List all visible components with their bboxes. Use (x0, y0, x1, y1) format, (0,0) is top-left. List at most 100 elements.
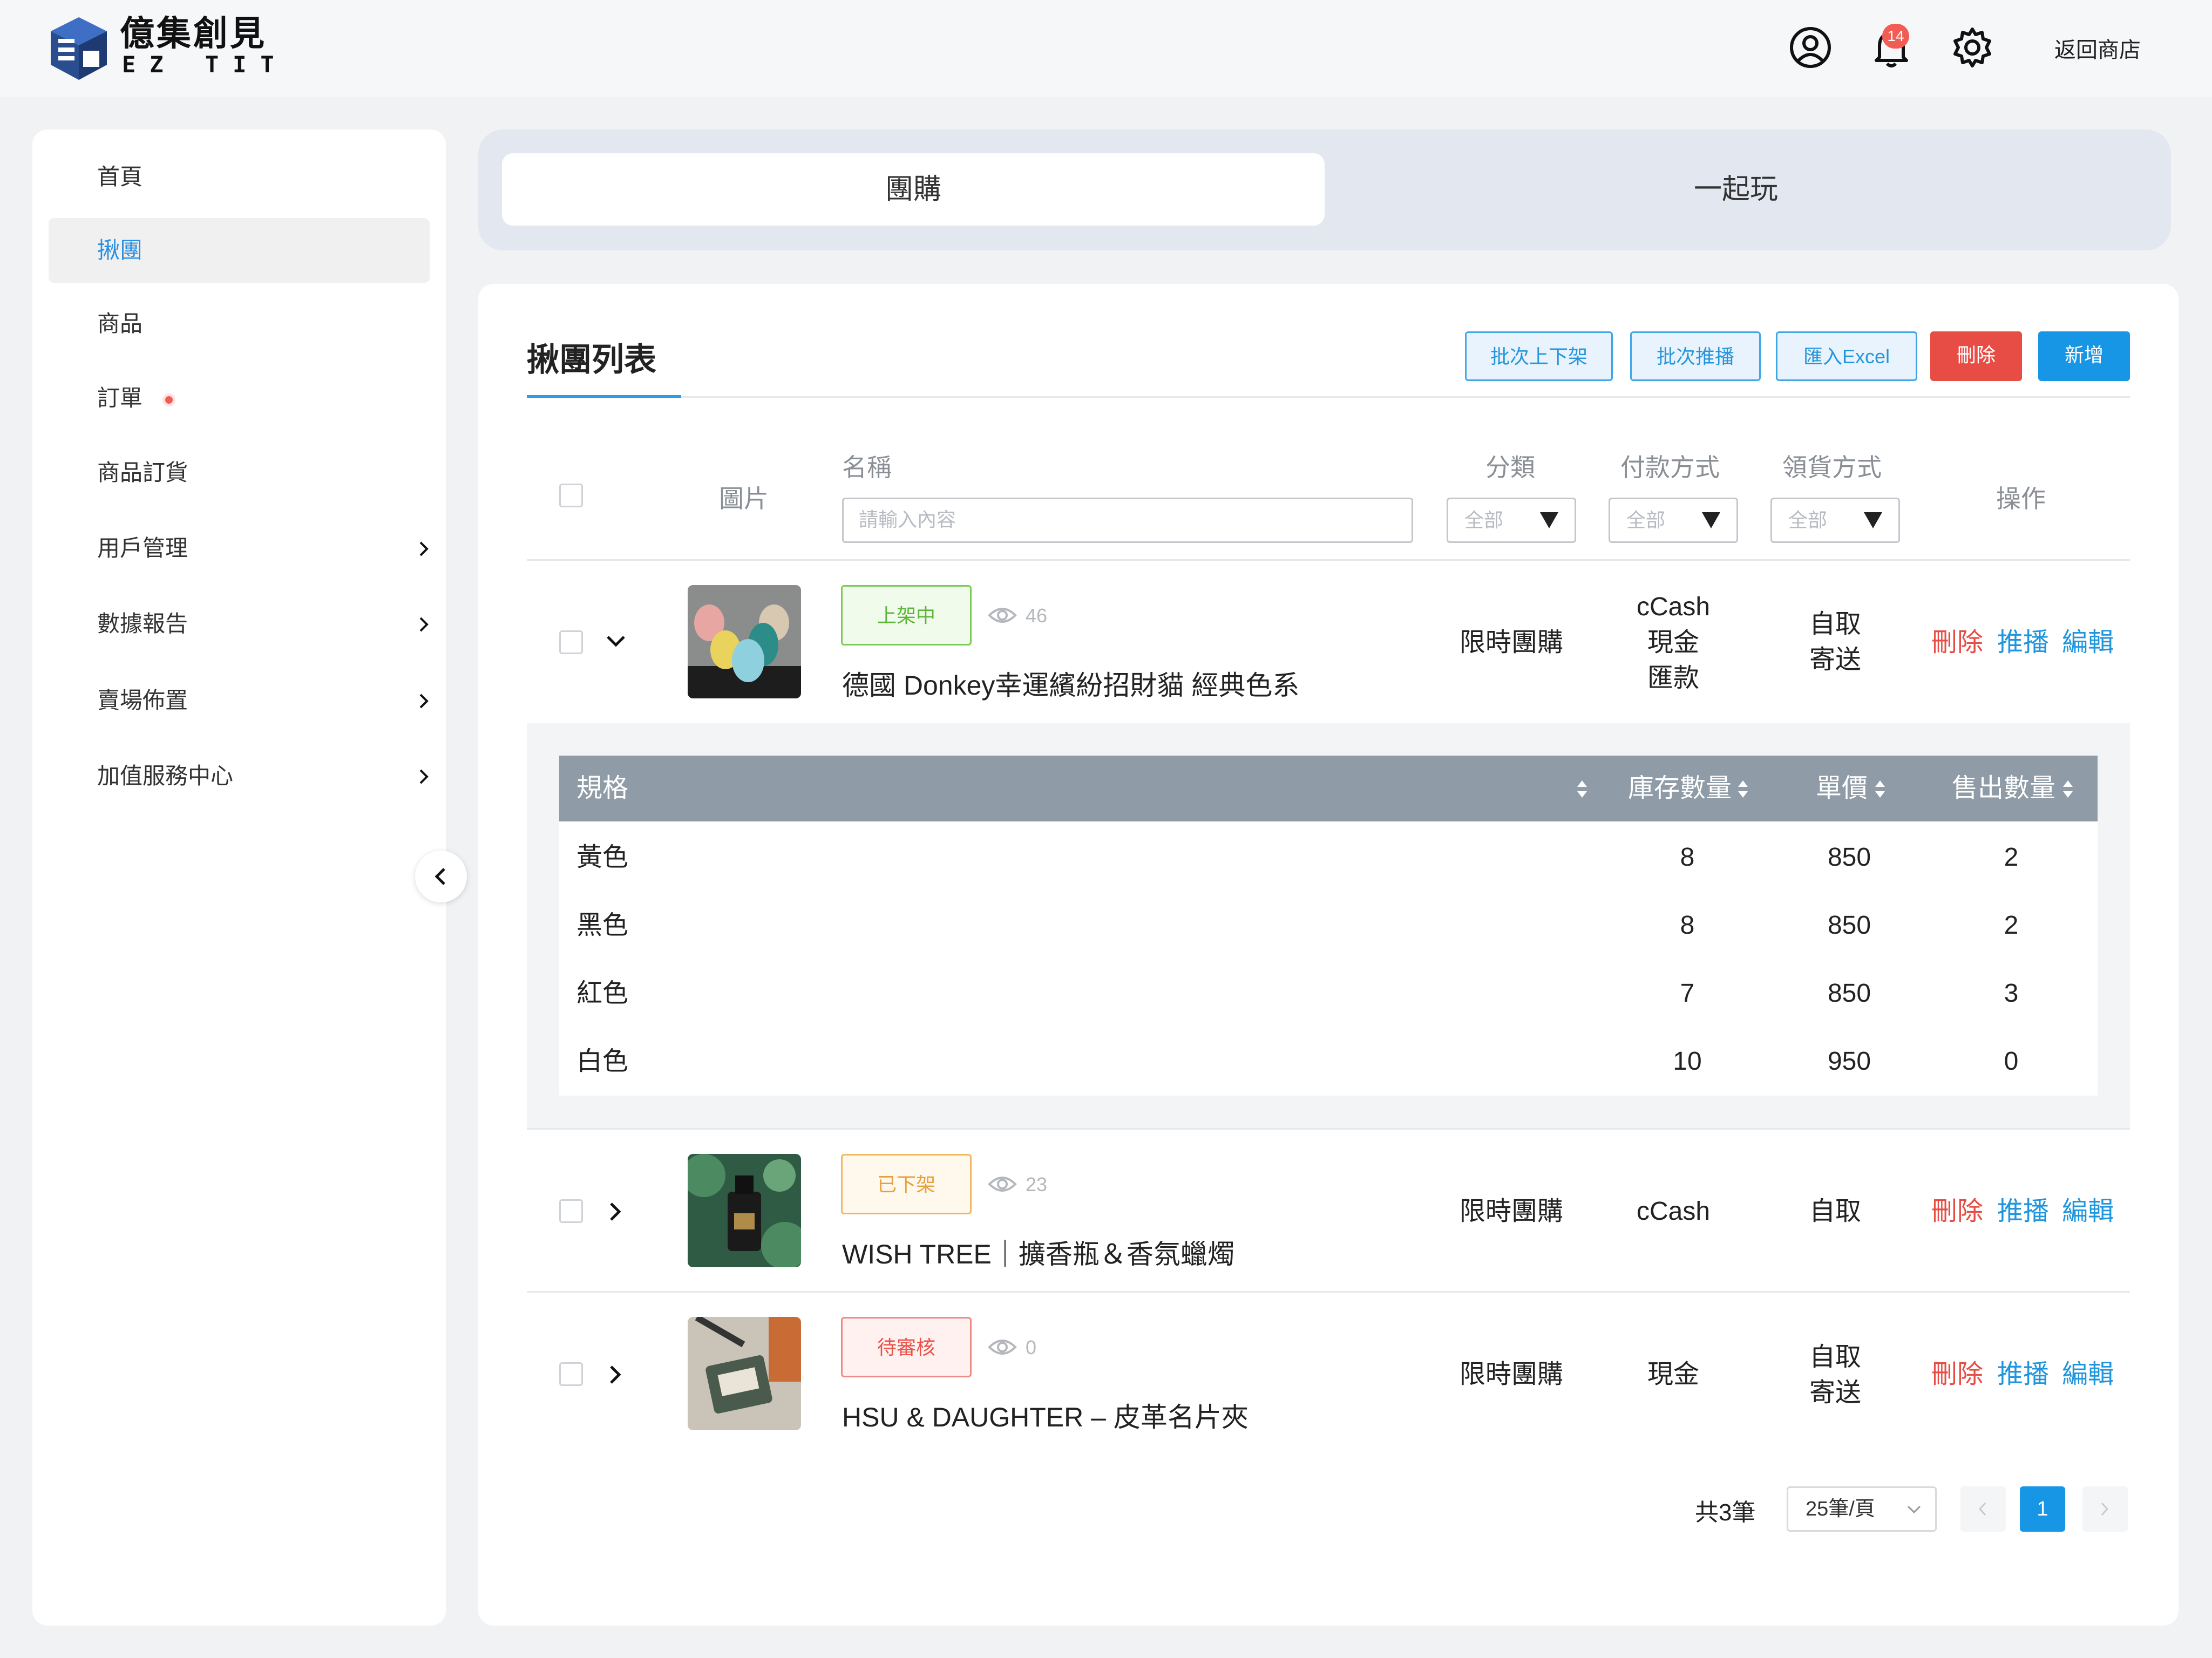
row-edit-link[interactable]: 編輯 (2062, 1194, 2114, 1229)
import-excel-button[interactable]: 匯入Excel (1776, 331, 1917, 381)
brand-subtitle: EZ TIT (122, 51, 288, 78)
prev-page-button[interactable] (1960, 1486, 2006, 1532)
eye-icon (988, 1177, 1017, 1192)
row-checkbox[interactable] (559, 630, 583, 654)
sidebar-item-group-buy[interactable]: 揪團 (49, 218, 430, 283)
delivery-method: 自取 (1809, 610, 1861, 638)
sort-icon[interactable] (1576, 778, 1588, 800)
notification-count-badge: 14 (1882, 24, 1909, 49)
sidebar-item-orders[interactable]: 訂單 (49, 366, 430, 431)
sidebar-item-products[interactable]: 商品 (49, 291, 430, 356)
row-delete-link[interactable]: 刪除 (1931, 1357, 1983, 1392)
row-broadcast-link[interactable]: 推播 (1997, 1357, 2049, 1392)
row-divider (527, 1291, 2130, 1293)
row-checkbox[interactable] (559, 1362, 583, 1386)
variant-header-spec[interactable]: 規格 (576, 756, 628, 821)
sidebar-item-label: 賣場佈置 (97, 688, 188, 713)
tab-play-together[interactable]: 一起玩 (1325, 153, 2147, 226)
chevron-left-icon (435, 868, 445, 885)
name-search-input[interactable]: 請輸入內容 (842, 498, 1413, 543)
sidebar-item-label: 揪團 (97, 237, 143, 263)
sort-icon[interactable] (1874, 778, 1886, 800)
variant-sold: 2 (2004, 911, 2019, 940)
status-badge: 待審核 (841, 1317, 972, 1377)
variant-row: 紅色 7 850 3 (559, 960, 2098, 1028)
chevron-right-icon[interactable] (609, 1364, 622, 1385)
row-delete-link[interactable]: 刪除 (1931, 625, 1983, 661)
delivery-filter-select[interactable]: 全部 (1770, 498, 1900, 543)
view-count-value: 0 (1026, 1336, 1037, 1358)
product-name[interactable]: 德國 Donkey幸運繽紛招財貓 經典色系 (842, 664, 1299, 703)
product-thumbnail (688, 1154, 801, 1267)
product-name[interactable]: WISH TREE｜擴香瓶＆香氛蠟燭 (842, 1233, 1234, 1272)
variant-header-sold[interactable]: 售出數量 (1952, 756, 2055, 821)
payment-filter-select[interactable]: 全部 (1609, 498, 1738, 543)
sidebar-collapse-button[interactable] (415, 851, 467, 902)
sidebar-item-user-management[interactable]: 用戶管理 (49, 516, 430, 581)
row-delete-link[interactable]: 刪除 (1931, 1194, 1983, 1229)
row-edit-link[interactable]: 編輯 (2062, 1357, 2114, 1392)
chevron-right-icon (419, 769, 429, 784)
return-to-store-link[interactable]: 返回商店 (2054, 32, 2141, 64)
user-icon[interactable] (1788, 25, 1833, 70)
variant-row: 黑色 8 850 2 (559, 892, 2098, 960)
add-button[interactable]: 新增 (2038, 331, 2130, 381)
card-holder-image (688, 1317, 801, 1430)
variant-header-price[interactable]: 單價 (1816, 756, 1868, 821)
delivery-filter-value: 全部 (1788, 509, 1828, 531)
row-broadcast-link[interactable]: 推播 (1997, 1194, 2049, 1229)
row-checkbox[interactable] (559, 1199, 583, 1223)
page-number-button[interactable]: 1 (2020, 1486, 2065, 1532)
category-filter-value: 全部 (1464, 509, 1504, 531)
sidebar-item-product-ordering[interactable]: 商品訂貨 (49, 440, 430, 505)
sidebar-item-value-added-services[interactable]: 加值服務中心 (49, 744, 430, 808)
delivery-method: 寄送 (1809, 645, 1861, 674)
sidebar-item-home[interactable]: 首頁 (49, 145, 430, 209)
column-header-image: 圖片 (719, 485, 769, 513)
batch-shelf-button[interactable]: 批次上下架 (1465, 331, 1613, 381)
notification-dot (165, 396, 173, 404)
payment-method: 現金 (1647, 1360, 1699, 1389)
category-cell: 限時團購 (1459, 1360, 1563, 1389)
column-header-category: 分類 (1485, 453, 1535, 481)
tab-group-buy[interactable]: 團購 (502, 153, 1325, 226)
sidebar-item-data-reports[interactable]: 數據報告 (49, 592, 430, 656)
chevron-right-icon (2101, 1502, 2109, 1516)
payment-method: cCash (1636, 593, 1711, 621)
variant-row: 黃色 8 850 2 (559, 824, 2098, 892)
brand-name: 億集創見 (120, 14, 267, 53)
variant-price: 950 (1827, 1047, 1871, 1076)
header-divider (527, 559, 2130, 561)
variant-header-stock[interactable]: 庫存數量 (1628, 756, 1732, 821)
eye-icon (988, 608, 1017, 623)
title-divider (527, 396, 2130, 398)
product-name[interactable]: HSU & DAUGHTER – 皮革名片夾 (842, 1396, 1249, 1435)
chevron-right-icon[interactable] (609, 1201, 622, 1222)
chevron-down-icon[interactable] (606, 635, 626, 648)
sidebar-item-label: 商品訂貨 (97, 460, 188, 485)
page-size-select[interactable]: 25筆/頁 (1787, 1486, 1937, 1532)
sort-icon[interactable] (2062, 778, 2074, 800)
sidebar-item-label: 加值服務中心 (97, 763, 234, 789)
next-page-button[interactable] (2082, 1486, 2128, 1532)
delete-button[interactable]: 刪除 (1930, 331, 2022, 381)
select-all-checkbox[interactable] (559, 484, 583, 507)
column-header-name: 名稱 (842, 453, 892, 481)
sidebar-item-store-layout[interactable]: 賣場佈置 (49, 668, 430, 733)
category-filter-select[interactable]: 全部 (1447, 498, 1576, 543)
chevron-down-icon (1907, 1505, 1921, 1514)
gear-icon[interactable] (1950, 25, 1995, 70)
chevron-right-icon (419, 617, 429, 632)
delivery-cell: 自取 寄送 (1770, 1340, 1900, 1411)
product-thumbnail (688, 585, 801, 698)
delivery-method: 寄送 (1809, 1378, 1861, 1407)
category-cell: 限時團購 (1459, 628, 1563, 657)
caret-down-icon (1864, 512, 1882, 528)
batch-broadcast-button[interactable]: 批次推播 (1630, 331, 1761, 381)
row-broadcast-link[interactable]: 推播 (1997, 625, 2049, 661)
variant-price: 850 (1827, 843, 1871, 872)
row-divider (527, 1128, 2130, 1130)
row-edit-link[interactable]: 編輯 (2062, 625, 2114, 661)
sort-icon[interactable] (1737, 778, 1749, 800)
sidebar: 首頁 揪團 商品 訂單 商品訂貨 用戶管理 數據報告 賣場佈置 加值服務中心 (32, 130, 446, 1626)
